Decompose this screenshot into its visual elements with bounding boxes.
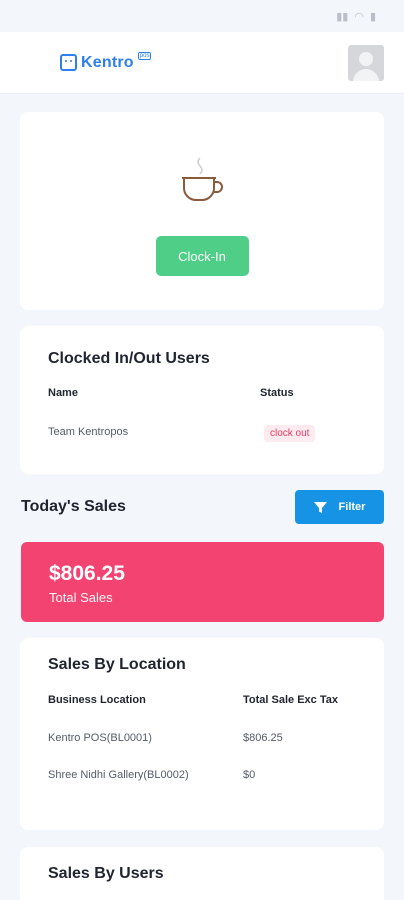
avatar[interactable] (348, 44, 384, 81)
sales-by-location-title: Sales By Location (48, 656, 186, 673)
app-logo[interactable]: Kentro pos (60, 51, 152, 72)
column-header-name: Name (48, 387, 78, 399)
table-row: Shree Nidhi Gallery(BL0002) $0 (48, 769, 364, 781)
column-header-status: Status (260, 387, 294, 399)
filter-button[interactable]: Filter (295, 490, 384, 524)
logo-superscript: pos (137, 51, 152, 60)
clocked-users-title: Clocked In/Out Users (48, 350, 210, 367)
status-badge: clock out (264, 425, 316, 442)
sales-by-users-card: Sales By Users (20, 847, 384, 900)
location-name: Kentro POS(BL0001) (48, 732, 152, 744)
todays-sales-title: Today's Sales (21, 498, 126, 515)
status-bar: ▮▮ ◠ ▮ (0, 0, 404, 32)
column-header-total: Total Sale Exc Tax (243, 694, 338, 706)
sales-by-location-card: Sales By Location Business Location Tota… (20, 638, 384, 830)
status-cell: clock out (260, 423, 316, 442)
sales-by-users-title: Sales By Users (48, 865, 164, 882)
total-sales-value: $806.25 (49, 562, 125, 585)
coffee-cup-icon (182, 157, 223, 201)
filter-label: Filter (338, 501, 366, 513)
table-row: Team Kentropos clock out (48, 423, 364, 442)
filter-icon (313, 501, 327, 513)
clocked-users-card: Clocked In/Out Users Name Status Team Ke… (20, 326, 384, 474)
status-icons: ▮▮ ◠ ▮ (336, 10, 376, 23)
logo-icon (60, 54, 77, 71)
location-total: $806.25 (243, 732, 283, 744)
signal-icon: ▮▮ (336, 10, 349, 23)
avatar-head-icon (359, 51, 373, 66)
total-sales-label: Total Sales (49, 590, 113, 605)
column-header-location: Business Location (48, 694, 146, 706)
user-name: Team Kentropos (48, 426, 129, 438)
location-header-row: Business Location Total Sale Exc Tax (48, 694, 364, 706)
todays-sales-header: Today's Sales Filter (21, 490, 384, 524)
wifi-icon: ◠ (354, 10, 364, 23)
location-total: $0 (243, 769, 256, 781)
logo-text: Kentro (81, 53, 134, 71)
app-header: Kentro pos (0, 32, 404, 94)
location-name: Shree Nidhi Gallery(BL0002) (48, 769, 189, 781)
clocked-users-header-row: Name Status (48, 387, 364, 399)
total-sales-card: $806.25 Total Sales (21, 542, 384, 622)
avatar-body-icon (353, 68, 379, 81)
clock-in-card: Clock-In (20, 112, 384, 310)
clock-in-button[interactable]: Clock-In (155, 236, 249, 276)
table-row: Kentro POS(BL0001) $806.25 (48, 732, 364, 744)
battery-icon: ▮ (369, 10, 376, 23)
